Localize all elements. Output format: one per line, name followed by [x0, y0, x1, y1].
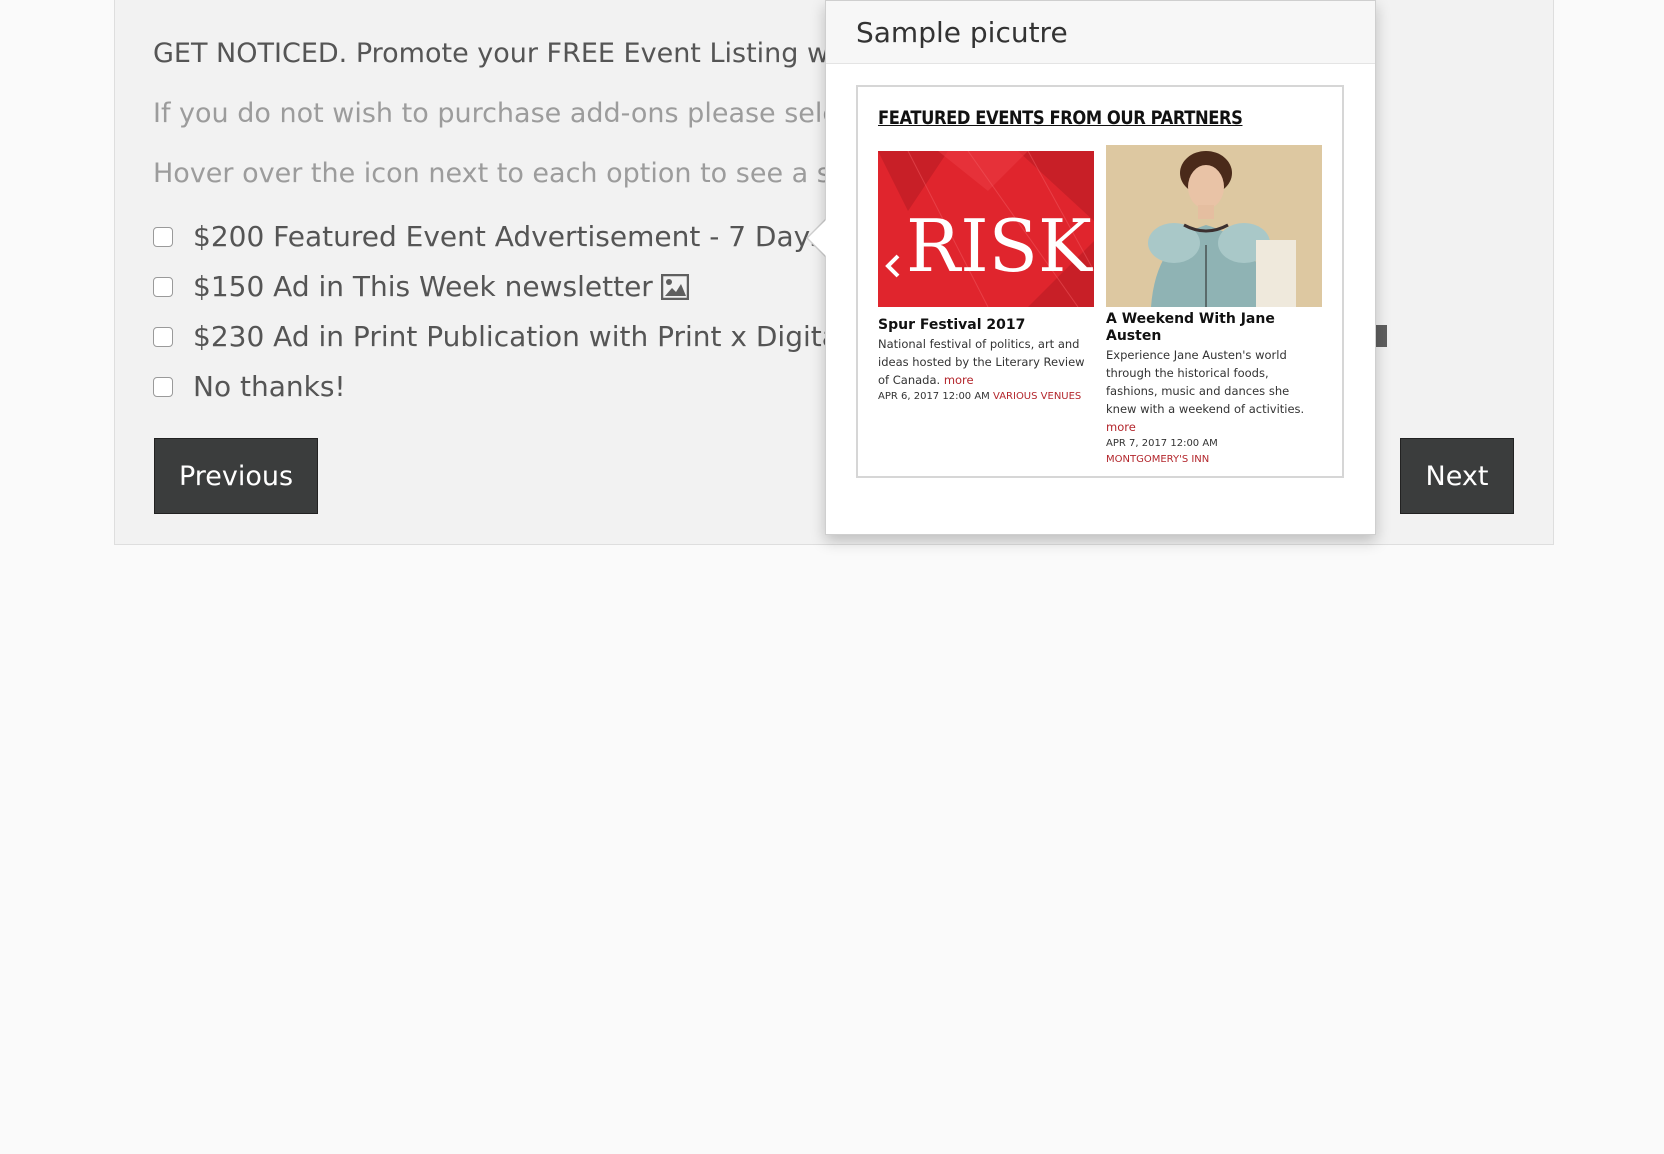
event-description: Experience Jane Austen's world through t… [1106, 346, 1322, 436]
event-description-text: National festival of politics, art and i… [878, 337, 1085, 387]
previous-button[interactable]: Previous [154, 438, 318, 514]
image-preview-icon[interactable] [660, 273, 689, 300]
option-label: $230 Ad in Print Publication with Print … [193, 320, 892, 353]
sample-picture-popover: Sample picutre FEATURED EVENTS FROM OUR … [825, 0, 1376, 535]
sample-event-card: A Weekend With Jane Austen Experience Ja… [1106, 145, 1322, 468]
addons-note-line: If you do not wish to purchase add-ons p… [153, 98, 854, 129]
event-title: Spur Festival 2017 [878, 317, 1026, 333]
option-newsletter-ad[interactable]: $150 Ad in This Week newsletter [153, 270, 689, 303]
risk-thumbnail: RISK [878, 151, 1094, 307]
sample-event-card: RISK Spur Festival 2017 National festiva… [878, 145, 1094, 405]
more-link: more [1106, 420, 1136, 434]
option-print-publication-ad[interactable]: $230 Ad in Print Publication with Print … [153, 320, 891, 353]
event-venue: VARIOUS VENUES [993, 391, 1082, 402]
option-no-thanks[interactable]: No thanks! [153, 370, 346, 403]
intro-text: GET NOTICED. Promote your FREE Event Lis… [153, 38, 865, 69]
option-featured-event[interactable]: $200 Featured Event Advertisement - 7 Da… [153, 220, 861, 253]
event-date: APR 6, 2017 12:00 AM VARIOUS VENUES [878, 389, 1094, 405]
next-button[interactable]: Next [1400, 438, 1514, 514]
option-label: $150 Ad in This Week newsletter [193, 270, 653, 303]
option-label: $200 Featured Event Advertisement - 7 Da… [193, 220, 825, 253]
hover-hint-line: Hover over the icon next to each option … [153, 158, 865, 189]
event-date-text: APR 6, 2017 12:00 AM [878, 391, 990, 402]
option-checkbox[interactable] [153, 276, 173, 297]
sample-heading: FEATURED EVENTS FROM OUR PARTNERS [878, 107, 1243, 129]
portrait-thumbnail [1106, 145, 1322, 307]
risk-logo-text: RISK [906, 204, 1093, 288]
event-title: A Weekend With Jane Austen [1106, 311, 1275, 344]
option-checkbox[interactable] [153, 326, 173, 347]
more-link: more [943, 373, 974, 387]
event-description: National festival of politics, art and i… [878, 335, 1094, 389]
option-checkbox[interactable] [153, 376, 173, 397]
event-description-text: Experience Jane Austen's world through t… [1106, 348, 1305, 416]
option-checkbox[interactable] [153, 226, 173, 247]
event-venue: MONTGOMERY'S INN [1106, 454, 1210, 465]
popover-title: Sample picutre [826, 1, 1375, 64]
sample-image: FEATURED EVENTS FROM OUR PARTNERS RISK S… [856, 85, 1344, 478]
popover-arrow-fill [808, 219, 827, 257]
option-label: No thanks! [193, 370, 346, 403]
event-date: APR 7, 2017 12:00 AM [1106, 438, 1218, 449]
